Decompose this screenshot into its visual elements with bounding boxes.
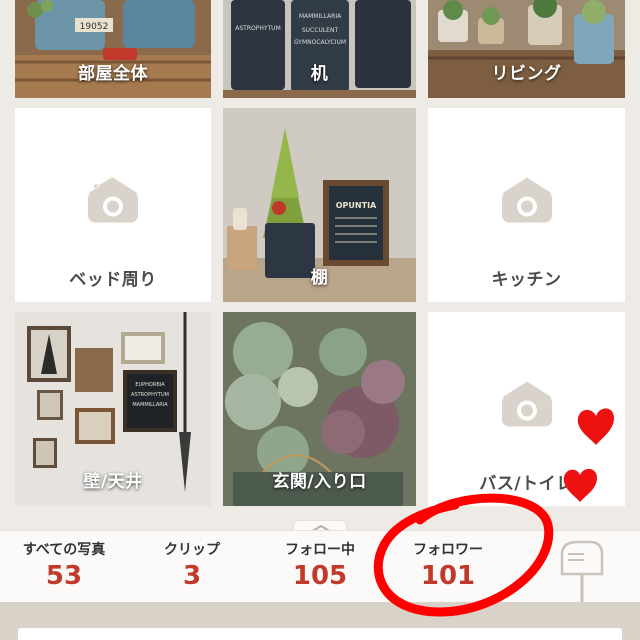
tile-label: 机 — [310, 64, 329, 84]
tile-label: 壁/天井 — [83, 472, 143, 492]
stat-value: 105 — [292, 561, 348, 591]
tile-bath-toilet[interactable]: バス/トイレ — [428, 312, 625, 506]
svg-text:MAMMILLARIA: MAMMILLARIA — [299, 13, 342, 20]
tile-room-overall[interactable]: 19052 部屋全体 — [15, 0, 211, 98]
stat-label: クリップ — [164, 542, 220, 558]
tile-entrance[interactable]: 玄関/入り口 — [223, 312, 416, 506]
tile-wall-ceiling[interactable]: EUPHORBIA ASTROPHYTUM MAMMILLARIA 壁/天井 — [15, 312, 211, 506]
stat-all-photos[interactable]: すべての写真 53 — [4, 539, 124, 591]
tile-kitchen[interactable]: キッチン — [428, 108, 625, 302]
camera-icon — [501, 177, 552, 223]
svg-text:GYMNOCALYCIUM: GYMNOCALYCIUM — [294, 39, 346, 46]
stat-value: 3 — [182, 561, 202, 591]
tile-bed-area[interactable]: ベッド周り — [15, 108, 211, 302]
mailbox-button[interactable] — [556, 540, 606, 608]
tile-label: リビング — [491, 64, 562, 84]
stat-value: 101 — [420, 561, 476, 591]
bottom-card — [18, 628, 622, 640]
tile-label: 部屋全体 — [78, 64, 148, 84]
stat-value: 53 — [45, 561, 83, 591]
tile-label: キッチン — [491, 270, 562, 290]
camera-icon — [88, 176, 138, 223]
tile-label: ベッド周り — [69, 270, 157, 290]
stat-clips[interactable]: クリップ 3 — [132, 539, 252, 591]
profile-stats-bar: すべての写真 53 クリップ 3 フォロー中 105 フォロワー 101 — [0, 530, 640, 602]
wall-print-text-2: ASTROPHYTUM — [131, 392, 169, 398]
tile-living[interactable]: リビング — [428, 0, 625, 98]
stat-label: フォロワー — [413, 542, 483, 558]
wall-print-text-1: EUPHORBIA — [135, 382, 165, 388]
wall-print-text-3: MAMMILLARIA — [132, 402, 168, 408]
stat-label: フォロー中 — [285, 542, 355, 558]
stat-following[interactable]: フォロー中 105 — [260, 539, 380, 591]
tile-shelf[interactable]: OPUNTIA 棚 — [223, 108, 416, 302]
svg-text:19052: 19052 — [80, 22, 109, 32]
stat-label: すべての写真 — [22, 542, 106, 558]
svg-text:SUCCULENT: SUCCULENT — [302, 27, 339, 34]
tile-label: 棚 — [310, 268, 329, 288]
tile-label: 玄関/入り口 — [272, 472, 367, 492]
stat-followers[interactable]: フォロワー 101 — [388, 539, 508, 591]
svg-text:ASTROPHYTUM: ASTROPHYTUM — [235, 25, 281, 32]
tile-desk[interactable]: ASTROPHYTUM MAMMILLARIA SUCCULENT GYMNOC… — [223, 0, 416, 98]
tile-label: バス/トイレ — [479, 474, 574, 494]
mailbox-icon — [560, 540, 604, 602]
sign-text: OPUNTIA — [336, 201, 377, 210]
camera-icon — [501, 381, 552, 427]
